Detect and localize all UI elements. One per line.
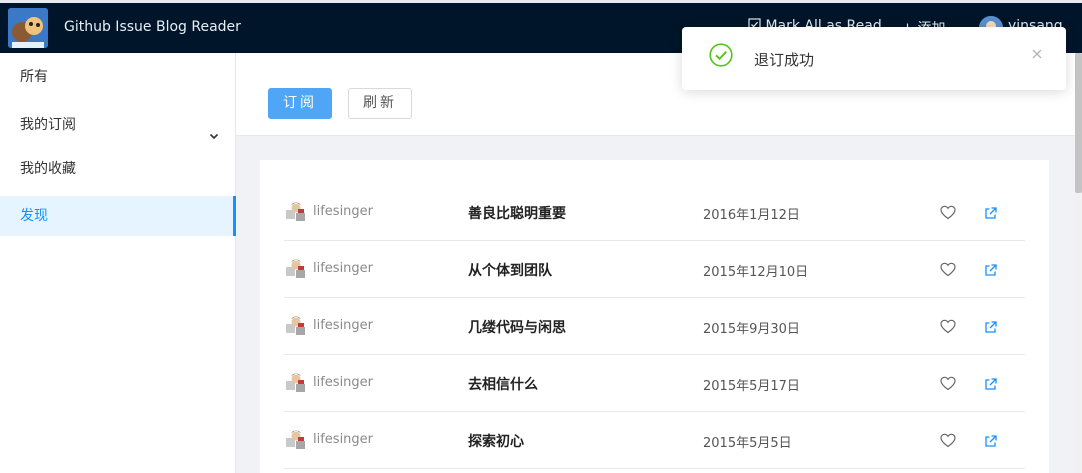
post-author[interactable]: lifesinger xyxy=(313,318,373,333)
list-item[interactable]: lifesinger 从个体到团队 2015年12月10日 xyxy=(284,241,1025,298)
avatar xyxy=(285,258,307,280)
post-title[interactable]: 从个体到团队 xyxy=(468,260,552,280)
heart-icon[interactable] xyxy=(940,433,956,448)
post-title[interactable]: 去相信什么 xyxy=(468,374,538,394)
close-icon[interactable] xyxy=(1029,46,1045,62)
check-circle-icon xyxy=(709,43,733,67)
list-item[interactable]: lifesinger 去相信什么 2015年5月17日 xyxy=(284,355,1025,412)
heart-icon[interactable] xyxy=(940,376,956,391)
sidebar-item-my-favorites[interactable]: 我的收藏 xyxy=(0,149,236,189)
post-date: 2015年12月10日 xyxy=(703,265,809,280)
external-link-icon[interactable] xyxy=(984,205,997,219)
avatar xyxy=(285,201,307,223)
sidebar-item-label: 发现 xyxy=(20,208,48,224)
scrollbar[interactable] xyxy=(1075,53,1082,473)
sidebar-item-label: 所有 xyxy=(20,69,48,85)
avatar xyxy=(285,372,307,394)
scrollbar-thumb[interactable] xyxy=(1075,53,1082,193)
heart-icon[interactable] xyxy=(940,262,956,277)
post-title[interactable]: 几缕代码与闲思 xyxy=(468,317,566,337)
sidebar-item-label: 我的订阅 xyxy=(20,117,76,133)
post-title[interactable]: 探索初心 xyxy=(468,431,524,451)
app-title: Github Issue Blog Reader xyxy=(64,19,241,35)
success-toast: 退订成功 xyxy=(682,27,1066,90)
heart-icon[interactable] xyxy=(940,205,956,220)
sidebar-item-all[interactable]: 所有 xyxy=(0,57,236,97)
post-title[interactable]: 善良比聪明重要 xyxy=(468,203,566,223)
sidebar-item-discover[interactable]: 发现 xyxy=(0,196,236,236)
logo-icon[interactable] xyxy=(8,8,48,48)
sidebar-item-my-subscriptions[interactable]: 我的订阅 xyxy=(0,105,236,145)
post-author[interactable]: lifesinger xyxy=(313,375,373,390)
post-date: 2016年1月12日 xyxy=(703,208,800,223)
post-list: lifesinger 善良比聪明重要 2016年1月12日 lifesinger 从个体… xyxy=(260,160,1049,473)
post-date: 2015年9月30日 xyxy=(703,322,800,337)
post-author[interactable]: lifesinger xyxy=(313,432,373,447)
sidebar: 所有 我的订阅 我的收藏 发现 xyxy=(0,53,236,473)
external-link-icon[interactable] xyxy=(984,433,997,447)
external-link-icon[interactable] xyxy=(984,376,997,390)
top-accent-bar xyxy=(0,0,1082,3)
sidebar-item-label: 我的收藏 xyxy=(20,161,76,177)
post-author[interactable]: lifesinger xyxy=(313,261,373,276)
post-date: 2015年5月17日 xyxy=(703,379,800,394)
post-author[interactable]: lifesinger xyxy=(313,204,373,219)
chevron-down-icon xyxy=(208,118,220,140)
external-link-icon[interactable] xyxy=(984,262,997,276)
list-item[interactable]: lifesinger 几缕代码与闲思 2015年9月30日 xyxy=(284,298,1025,355)
list-item[interactable]: lifesinger 善良比聪明重要 2016年1月12日 xyxy=(284,184,1025,241)
refresh-button[interactable]: 刷新 xyxy=(348,88,412,119)
list-item[interactable]: lifesinger 探索初心 2015年5月5日 xyxy=(284,412,1025,469)
heart-icon[interactable] xyxy=(940,319,956,334)
avatar xyxy=(285,429,307,451)
subscribe-button[interactable]: 订阅 xyxy=(268,88,332,119)
avatar xyxy=(285,315,307,337)
post-date: 2015年5月5日 xyxy=(703,436,792,451)
external-link-icon[interactable] xyxy=(984,319,997,333)
toast-message: 退订成功 xyxy=(754,51,815,69)
